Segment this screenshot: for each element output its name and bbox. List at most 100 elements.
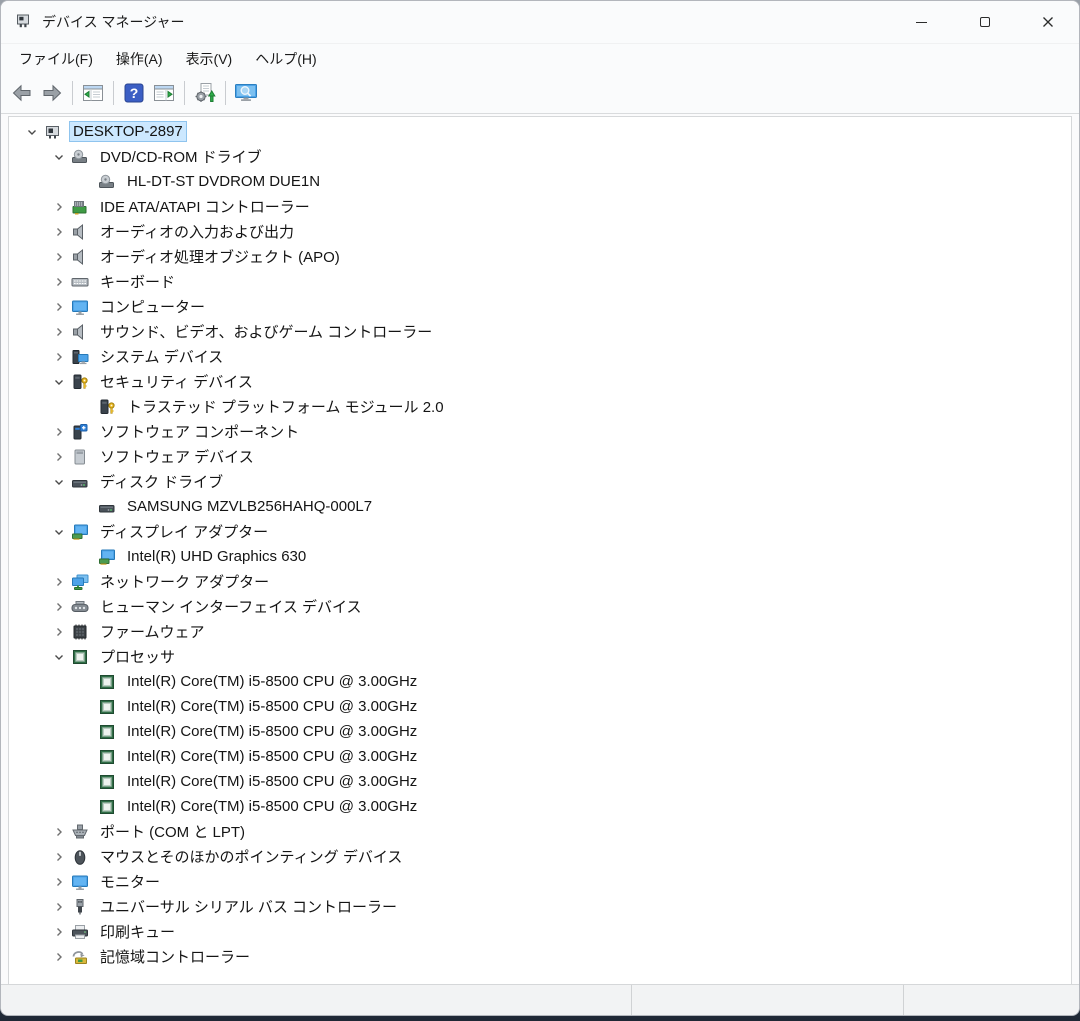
- tree-item-label: 印刷キュー: [97, 920, 178, 943]
- console-tree-button[interactable]: [78, 78, 108, 108]
- collapse-chevron[interactable]: [48, 369, 70, 394]
- tree-item[interactable]: オーディオの入力および出力: [9, 219, 1071, 244]
- tree-item[interactable]: ディスプレイ アダプター: [9, 519, 1071, 544]
- tree-item[interactable]: SAMSUNG MZVLB256HAHQ-000L7: [9, 494, 1071, 519]
- collapse-chevron[interactable]: [48, 144, 70, 169]
- expand-chevron[interactable]: [48, 944, 70, 969]
- tree-item[interactable]: ディスク ドライブ: [9, 469, 1071, 494]
- collapse-chevron[interactable]: [48, 519, 70, 544]
- tree-item[interactable]: DVD/CD-ROM ドライブ: [9, 144, 1071, 169]
- close-button[interactable]: [1016, 1, 1079, 43]
- chevron-down-icon: [53, 526, 65, 538]
- action-pane-icon: [152, 81, 176, 105]
- software-component-icon: [70, 422, 90, 442]
- tree-item[interactable]: ソフトウェア デバイス: [9, 444, 1071, 469]
- tree-item[interactable]: セキュリティ デバイス: [9, 369, 1071, 394]
- tree-item[interactable]: コンピューター: [9, 294, 1071, 319]
- tree-item[interactable]: ファームウェア: [9, 619, 1071, 644]
- minimize-button[interactable]: [890, 1, 953, 43]
- usb-controller-icon-slot: [70, 897, 90, 917]
- tree-item[interactable]: DESKTOP-2897: [9, 119, 1071, 144]
- storage-controller-icon: [70, 947, 90, 967]
- tree-item[interactable]: 印刷キュー: [9, 919, 1071, 944]
- title-bar: デバイス マネージャー: [1, 1, 1079, 43]
- expand-chevron[interactable]: [48, 269, 70, 294]
- expand-chevron[interactable]: [48, 619, 70, 644]
- tree-item[interactable]: 記憶域コントローラー: [9, 944, 1071, 969]
- expand-chevron[interactable]: [48, 594, 70, 619]
- tree-item[interactable]: システム デバイス: [9, 344, 1071, 369]
- speaker-icon-slot: [70, 322, 90, 342]
- tree-item[interactable]: サウンド、ビデオ、およびゲーム コントローラー: [9, 319, 1071, 344]
- processor-chip-icon-slot: [97, 672, 117, 692]
- expand-chevron[interactable]: [48, 919, 70, 944]
- tree-item[interactable]: Intel(R) Core(TM) i5-8500 CPU @ 3.00GHz: [9, 769, 1071, 794]
- device-manager-glyph: [15, 13, 32, 30]
- tree-item[interactable]: ネットワーク アダプター: [9, 569, 1071, 594]
- expand-chevron[interactable]: [48, 894, 70, 919]
- expand-chevron[interactable]: [48, 569, 70, 594]
- close-icon: [1042, 16, 1054, 28]
- expand-chevron[interactable]: [48, 344, 70, 369]
- tree-item[interactable]: IDE ATA/ATAPI コントローラー: [9, 194, 1071, 219]
- tree-item[interactable]: ユニバーサル シリアル バス コントローラー: [9, 894, 1071, 919]
- tree-item[interactable]: キーボード: [9, 269, 1071, 294]
- forward-button[interactable]: [37, 78, 67, 108]
- firmware-chip-icon-slot: [70, 622, 90, 642]
- scan-hardware-button[interactable]: [231, 78, 261, 108]
- menu-item-action[interactable]: 操作(A): [111, 45, 168, 73]
- expand-chevron[interactable]: [48, 419, 70, 444]
- back-button[interactable]: [7, 78, 37, 108]
- tree-item[interactable]: トラステッド プラットフォーム モジュール 2.0: [9, 394, 1071, 419]
- tree-item[interactable]: Intel(R) Core(TM) i5-8500 CPU @ 3.00GHz: [9, 719, 1071, 744]
- main-area: DESKTOP-2897DVD/CD-ROM ドライブHL-DT-ST DVDR…: [1, 114, 1079, 984]
- tree-item[interactable]: Intel(R) Core(TM) i5-8500 CPU @ 3.00GHz: [9, 694, 1071, 719]
- tree-item-label: キーボード: [97, 270, 178, 293]
- action-pane-button[interactable]: [149, 78, 179, 108]
- expand-chevron[interactable]: [48, 444, 70, 469]
- processor-chip-icon: [97, 797, 117, 817]
- chevron-right-icon: [53, 226, 65, 238]
- software-device-icon-slot: [70, 447, 90, 467]
- tree-item-label: マウスとそのほかのポインティング デバイス: [97, 845, 405, 868]
- expand-chevron[interactable]: [48, 194, 70, 219]
- collapse-chevron[interactable]: [21, 119, 43, 144]
- chevron-placeholder: [75, 744, 97, 769]
- menu-item-view[interactable]: 表示(V): [181, 45, 238, 73]
- tree-item[interactable]: モニター: [9, 869, 1071, 894]
- tree-item[interactable]: Intel(R) Core(TM) i5-8500 CPU @ 3.00GHz: [9, 794, 1071, 819]
- display-adapter-icon-slot: [70, 522, 90, 542]
- expand-chevron[interactable]: [48, 219, 70, 244]
- tree-item[interactable]: Intel(R) Core(TM) i5-8500 CPU @ 3.00GHz: [9, 744, 1071, 769]
- collapse-chevron[interactable]: [48, 469, 70, 494]
- update-driver-button[interactable]: [190, 78, 220, 108]
- maximize-button[interactable]: [953, 1, 1016, 43]
- tree-item[interactable]: オーディオ処理オブジェクト (APO): [9, 244, 1071, 269]
- expand-chevron[interactable]: [48, 844, 70, 869]
- tree-item[interactable]: ポート (COM と LPT): [9, 819, 1071, 844]
- expand-chevron[interactable]: [48, 819, 70, 844]
- tree-item[interactable]: Intel(R) UHD Graphics 630: [9, 544, 1071, 569]
- help-button[interactable]: ?: [119, 78, 149, 108]
- collapse-chevron[interactable]: [48, 644, 70, 669]
- tree-item-label: ソフトウェア コンポーネント: [97, 420, 302, 443]
- menu-item-help[interactable]: ヘルプ(H): [250, 45, 321, 73]
- update-driver-icon: [193, 81, 217, 105]
- tree-item[interactable]: プロセッサ: [9, 644, 1071, 669]
- menu-item-file[interactable]: ファイル(F): [14, 45, 98, 73]
- expand-chevron[interactable]: [48, 244, 70, 269]
- monitor-icon: [70, 297, 90, 317]
- tree-item[interactable]: HL-DT-ST DVDROM DUE1N: [9, 169, 1071, 194]
- expand-chevron[interactable]: [48, 294, 70, 319]
- chevron-right-icon: [53, 301, 65, 313]
- tree-item[interactable]: ヒューマン インターフェイス デバイス: [9, 594, 1071, 619]
- console-tree-icon: [81, 81, 105, 105]
- tree-item[interactable]: ソフトウェア コンポーネント: [9, 419, 1071, 444]
- processor-chip-icon-slot: [70, 647, 90, 667]
- tree-item[interactable]: マウスとそのほかのポインティング デバイス: [9, 844, 1071, 869]
- disk-drive-icon-slot: [97, 497, 117, 517]
- tree-item[interactable]: Intel(R) Core(TM) i5-8500 CPU @ 3.00GHz: [9, 669, 1071, 694]
- expand-chevron[interactable]: [48, 319, 70, 344]
- expand-chevron[interactable]: [48, 869, 70, 894]
- computer-host-icon: [43, 122, 63, 142]
